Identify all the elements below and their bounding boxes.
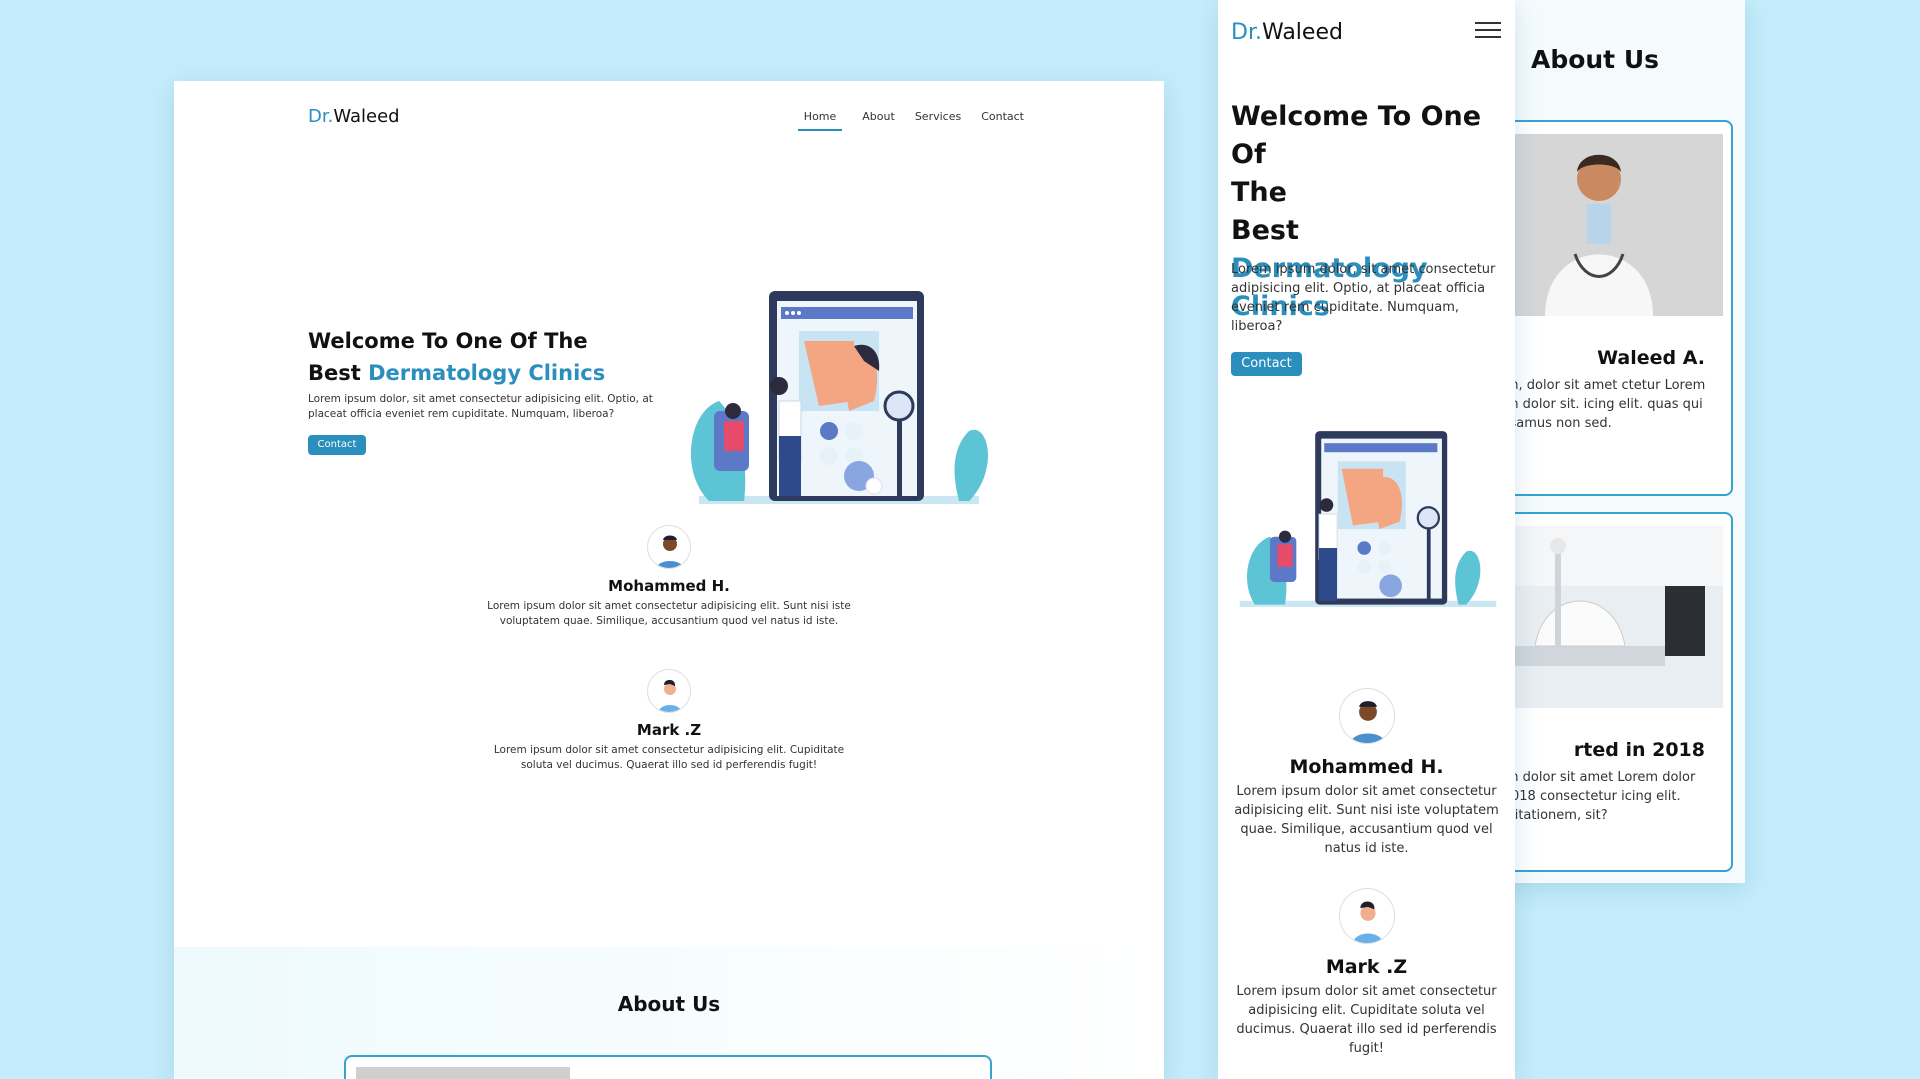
avatar [647, 525, 691, 569]
testimonial-mark: Mark .Z Lorem ipsum dolor sit amet conse… [174, 669, 1164, 773]
hero-title: Welcome To One Of The Best Dermatology C… [308, 325, 668, 389]
person-icon [1352, 901, 1383, 943]
testimonial-text: Lorem ipsum dolor sit amet consectetur a… [487, 600, 851, 627]
avatar [647, 669, 691, 713]
testimonial-mohammed: Mohammed H. Lorem ipsum dolor sit amet c… [1218, 688, 1515, 858]
person-icon [656, 535, 684, 568]
avatar [1338, 688, 1395, 744]
brand-name: Waleed [1261, 20, 1343, 45]
hero-title-accent: Dermatology Clinics [368, 361, 606, 385]
testimonial-text: Lorem ipsum dolor sit amet consectetur a… [1236, 984, 1497, 1056]
hero-title-line2: The [1231, 177, 1287, 208]
testimonial-name: Mark .Z [1325, 956, 1408, 978]
nav-item-home[interactable]: Home [797, 110, 843, 131]
avatar [1338, 888, 1395, 944]
brand-logo[interactable]: Dr.Waleed [308, 106, 400, 127]
navbar: Dr.Waleed Home About Services Contact [308, 96, 1024, 132]
brand-prefix: Dr. [1231, 20, 1262, 45]
testimonial-text: Lorem ipsum dolor sit amet consectetur a… [493, 744, 845, 771]
person-icon [658, 679, 682, 712]
dermatology-illustration [1239, 431, 1497, 607]
contact-button[interactable]: Contact [308, 435, 366, 455]
hero-text: Lorem ipsum dolor, sit amet consectetur … [1231, 262, 1496, 334]
hero-title-line1: Welcome To One Of The [308, 329, 588, 353]
about-card-text: ipsum, dolor sit amet ctetur Lorem ipsum… [1479, 378, 1706, 431]
testimonial-name: Mohammed H. [1289, 756, 1444, 778]
contact-button[interactable]: Contact [1231, 352, 1302, 376]
nav-item-contact[interactable]: Contact [981, 110, 1024, 131]
testimonial-text: Lorem ipsum dolor sit amet consectetur a… [1234, 784, 1499, 856]
testimonial-mark: Mark .Z Lorem ipsum dolor sit amet conse… [1218, 888, 1515, 1058]
mobile-home-preview: Dr.Waleed Welcome To One Of The Best Der… [1218, 0, 1515, 1079]
hero-title-best: Best [1231, 215, 1299, 246]
brand-logo[interactable]: Dr.Waleed [1231, 20, 1343, 45]
testimonial-name: Mohammed H. [608, 577, 730, 595]
about-title: About Us [617, 992, 721, 1016]
hero-text: Lorem ipsum dolor, sit amet consectetur … [308, 393, 653, 420]
brand-prefix: Dr. [308, 106, 334, 127]
nav-menu: Home About Services Contact [797, 110, 1024, 131]
hero-title-best: Best [308, 361, 361, 385]
brand-name: Waleed [333, 106, 400, 127]
person-icon [1350, 701, 1385, 743]
hamburger-icon[interactable] [1475, 22, 1501, 40]
nav-item-services[interactable]: Services [915, 110, 961, 131]
testimonial-mohammed: Mohammed H. Lorem ipsum dolor sit amet c… [174, 525, 1164, 629]
desktop-preview: Dr.Waleed Home About Services Contact We… [174, 81, 1164, 1079]
about-card-text: ipsum dolor sit amet Lorem dolor sit. 20… [1479, 770, 1696, 823]
doctor-photo [356, 1067, 570, 1079]
nav-item-about[interactable]: About [862, 110, 895, 131]
about-card [344, 1055, 992, 1079]
dermatology-illustration [690, 291, 988, 504]
testimonial-name: Mark .Z [636, 721, 702, 739]
hero-title-line1: Welcome To One Of [1231, 101, 1482, 170]
